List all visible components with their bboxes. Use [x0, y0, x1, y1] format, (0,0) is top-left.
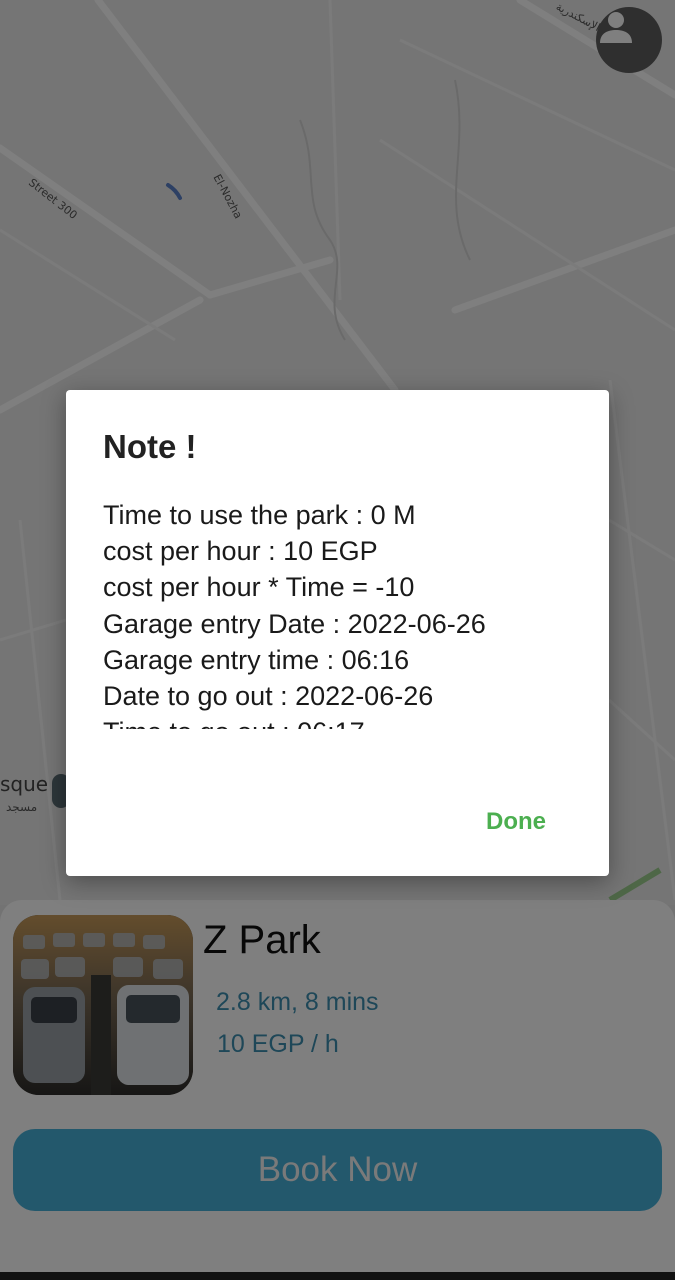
- dialog-title: Note !: [103, 428, 197, 465]
- dialog-line-usage-time: Time to use the park : 0 M: [103, 500, 416, 530]
- dialog-content[interactable]: Time to use the park : 0 M cost per hour…: [103, 497, 573, 729]
- done-button[interactable]: Done: [486, 808, 546, 836]
- dialog-line-exit-time: Time to go out : 06:17: [103, 714, 573, 729]
- dialog-line-entry-time: Garage entry time : 06:16: [103, 644, 410, 675]
- dialog-line-total-cost: cost per hour * Time = -10: [103, 572, 415, 603]
- dialog-line-cost-per-hour: cost per hour : 10 EGP: [103, 536, 378, 567]
- dialog-line-exit-date: Date to go out : 2022-06-26: [103, 681, 434, 712]
- dialog-line-entry-date: Garage entry Date : 2022-06-26: [103, 608, 486, 639]
- note-dialog: Note ! Time to use the park : 0 M cost p…: [66, 390, 609, 876]
- system-nav-bar: [0, 1272, 675, 1280]
